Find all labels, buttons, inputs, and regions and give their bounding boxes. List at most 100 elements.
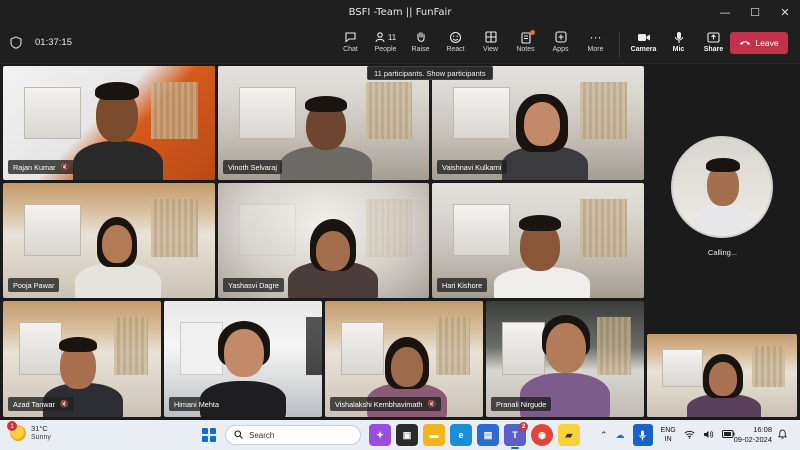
sticky-notes-button[interactable]: ▰ — [558, 424, 580, 446]
video-tile-hari[interactable]: Hari Kishore — [432, 183, 644, 298]
participant-name-tag: Pranali Nirgude — [491, 397, 552, 411]
share-button[interactable]: Share — [696, 28, 731, 60]
participant-hair — [95, 82, 139, 100]
video-tile-yashasvi[interactable]: Yashasvi Dagre — [218, 183, 429, 298]
video-tile-rajan[interactable]: Rajan Kumar 🔇 — [3, 66, 215, 180]
clock-date: 09-02-2024 — [733, 435, 772, 444]
system-clock[interactable]: 16:08 09-02-2024 — [730, 425, 772, 445]
video-tile-azad[interactable]: Azad Tanwar 🔇 — [3, 301, 161, 417]
start-button[interactable] — [202, 428, 216, 442]
mic-in-use-icon[interactable] — [632, 424, 653, 446]
participant-figure — [75, 263, 161, 298]
more-icon: ··· — [589, 30, 602, 44]
more-button[interactable]: ··· More — [578, 28, 613, 60]
video-tile-vinoth[interactable]: Vinoth Selvaraj — [218, 66, 429, 180]
window-title: BSFI -Team || FunFair — [348, 6, 452, 18]
windows-logo-tile — [209, 428, 216, 435]
teams-meeting-window: BSFI -Team || FunFair — ☐ ✕ 01:37:15 Cha… — [0, 0, 800, 420]
participant-name: Hari Kishore — [442, 280, 483, 290]
mic-label: Mic — [672, 46, 685, 53]
chevron-up-icon[interactable]: ⌃ — [600, 430, 608, 441]
participant-name: Pooja Pawar — [13, 280, 55, 290]
view-label: View — [482, 46, 499, 53]
folder-icon: ▬ — [429, 430, 439, 440]
taskbar-apps: ✦ ▣ ▬ e ▤ T 2 ◉ ▰ — [369, 422, 585, 449]
participant-face — [391, 347, 423, 387]
leave-button[interactable]: Leave — [730, 32, 788, 54]
toolbar-actions: Chat 11 People Raise React View Notes Ap… — [333, 28, 731, 60]
teams-app-button[interactable]: T 2 — [504, 422, 528, 449]
mic-off-icon: 🔇 — [60, 401, 69, 408]
participant-name: Himani Mehta — [174, 399, 220, 409]
copilot-app-button[interactable]: ✦ — [369, 424, 391, 446]
taskbar-search[interactable]: Search — [225, 425, 361, 445]
caller-avatar[interactable] — [671, 136, 773, 238]
raise-hand-icon — [415, 28, 427, 46]
weather-badge: 1 — [7, 421, 17, 431]
participant-name-tag: Rajan Kumar 🔇 — [8, 160, 75, 174]
onedrive-cloud-icon[interactable]: ☁ — [616, 430, 625, 441]
notification-bell-icon[interactable] — [777, 429, 788, 441]
caller-hair — [706, 158, 740, 172]
react-icon — [449, 28, 462, 46]
shield-icon[interactable] — [10, 36, 24, 50]
participant-face — [524, 102, 560, 146]
minimize-button[interactable]: — — [710, 0, 740, 24]
camera-button[interactable]: Camera — [626, 28, 661, 60]
sun-icon: 1 — [7, 421, 26, 441]
apps-label: Apps — [552, 46, 569, 53]
chrome-icon: ◉ — [538, 429, 546, 440]
participant-name-tag: Vinoth Selvaraj — [223, 160, 282, 174]
share-label: Share — [703, 46, 724, 53]
participant-name-tag: Vishalakshi Kembhavimath 🔇 — [330, 397, 442, 411]
title-bar: BSFI -Team || FunFair — ☐ ✕ — [0, 0, 800, 24]
participant-name: Pranali Nirgude — [496, 399, 547, 409]
file-explorer-button[interactable]: ▬ — [423, 424, 445, 446]
video-tile-vishalakshi[interactable]: Vishalakshi Kembhavimath 🔇 — [325, 301, 483, 417]
region-code: IN — [664, 436, 672, 443]
language-code: ENG — [660, 427, 676, 434]
volume-icon[interactable] — [703, 430, 714, 441]
participant-name: Yashasvi Dagre — [228, 280, 279, 290]
language-indicator[interactable]: ENG IN — [661, 426, 676, 444]
task-view-icon: ▣ — [402, 429, 412, 440]
maximize-button[interactable]: ☐ — [740, 0, 770, 24]
people-tooltip: 11 participants. Show participants — [367, 66, 493, 80]
weather-description: Sunny — [31, 434, 51, 441]
raise-hand-button[interactable]: Raise — [403, 28, 438, 60]
participant-name-tag: Hari Kishore — [437, 278, 488, 292]
people-button[interactable]: 11 People — [368, 28, 403, 60]
chrome-browser-button[interactable]: ◉ — [531, 424, 553, 446]
video-tile-pranali[interactable]: Pranali Nirgude — [486, 301, 644, 417]
system-tray: ⌃ ☁ ENG IN — [596, 424, 739, 446]
copilot-icon: ✦ — [376, 429, 384, 440]
chat-label: Chat — [343, 46, 358, 53]
mic-icon — [674, 28, 684, 46]
participant-name: Vishalakshi Kembhavimath — [335, 399, 423, 409]
react-button[interactable]: React — [438, 28, 473, 60]
calling-panel: Calling... — [645, 66, 800, 331]
notes-button[interactable]: Notes — [508, 28, 543, 60]
video-tile-vaishnavi[interactable]: Vaishnavi Kulkarni — [432, 66, 644, 180]
wifi-icon[interactable] — [684, 430, 695, 441]
task-view-button[interactable]: ▣ — [396, 424, 418, 446]
windows-logo-tile — [209, 435, 216, 442]
chat-button[interactable]: Chat — [333, 28, 368, 60]
weather-widget[interactable]: 1 31°C Sunny — [7, 421, 51, 442]
mic-button[interactable]: Mic — [661, 28, 696, 60]
view-button[interactable]: View — [473, 28, 508, 60]
apps-icon — [554, 28, 567, 46]
calling-status: Calling... — [707, 248, 738, 257]
participant-hair — [59, 337, 97, 352]
video-tile-himani[interactable]: Himani Mehta — [164, 301, 322, 417]
edge-browser-button[interactable]: e — [450, 424, 472, 446]
video-tile-self[interactable] — [647, 334, 797, 417]
participant-name: Vinoth Selvaraj — [228, 162, 277, 172]
video-tile-pooja[interactable]: Pooja Pawar — [3, 183, 215, 298]
store-app-button[interactable]: ▤ — [477, 424, 499, 446]
close-button[interactable]: ✕ — [770, 0, 800, 24]
participant-face — [224, 329, 264, 377]
sticky-notes-icon: ▰ — [565, 429, 573, 440]
apps-button[interactable]: Apps — [543, 28, 578, 60]
teams-notification-badge: 2 — [519, 422, 528, 431]
